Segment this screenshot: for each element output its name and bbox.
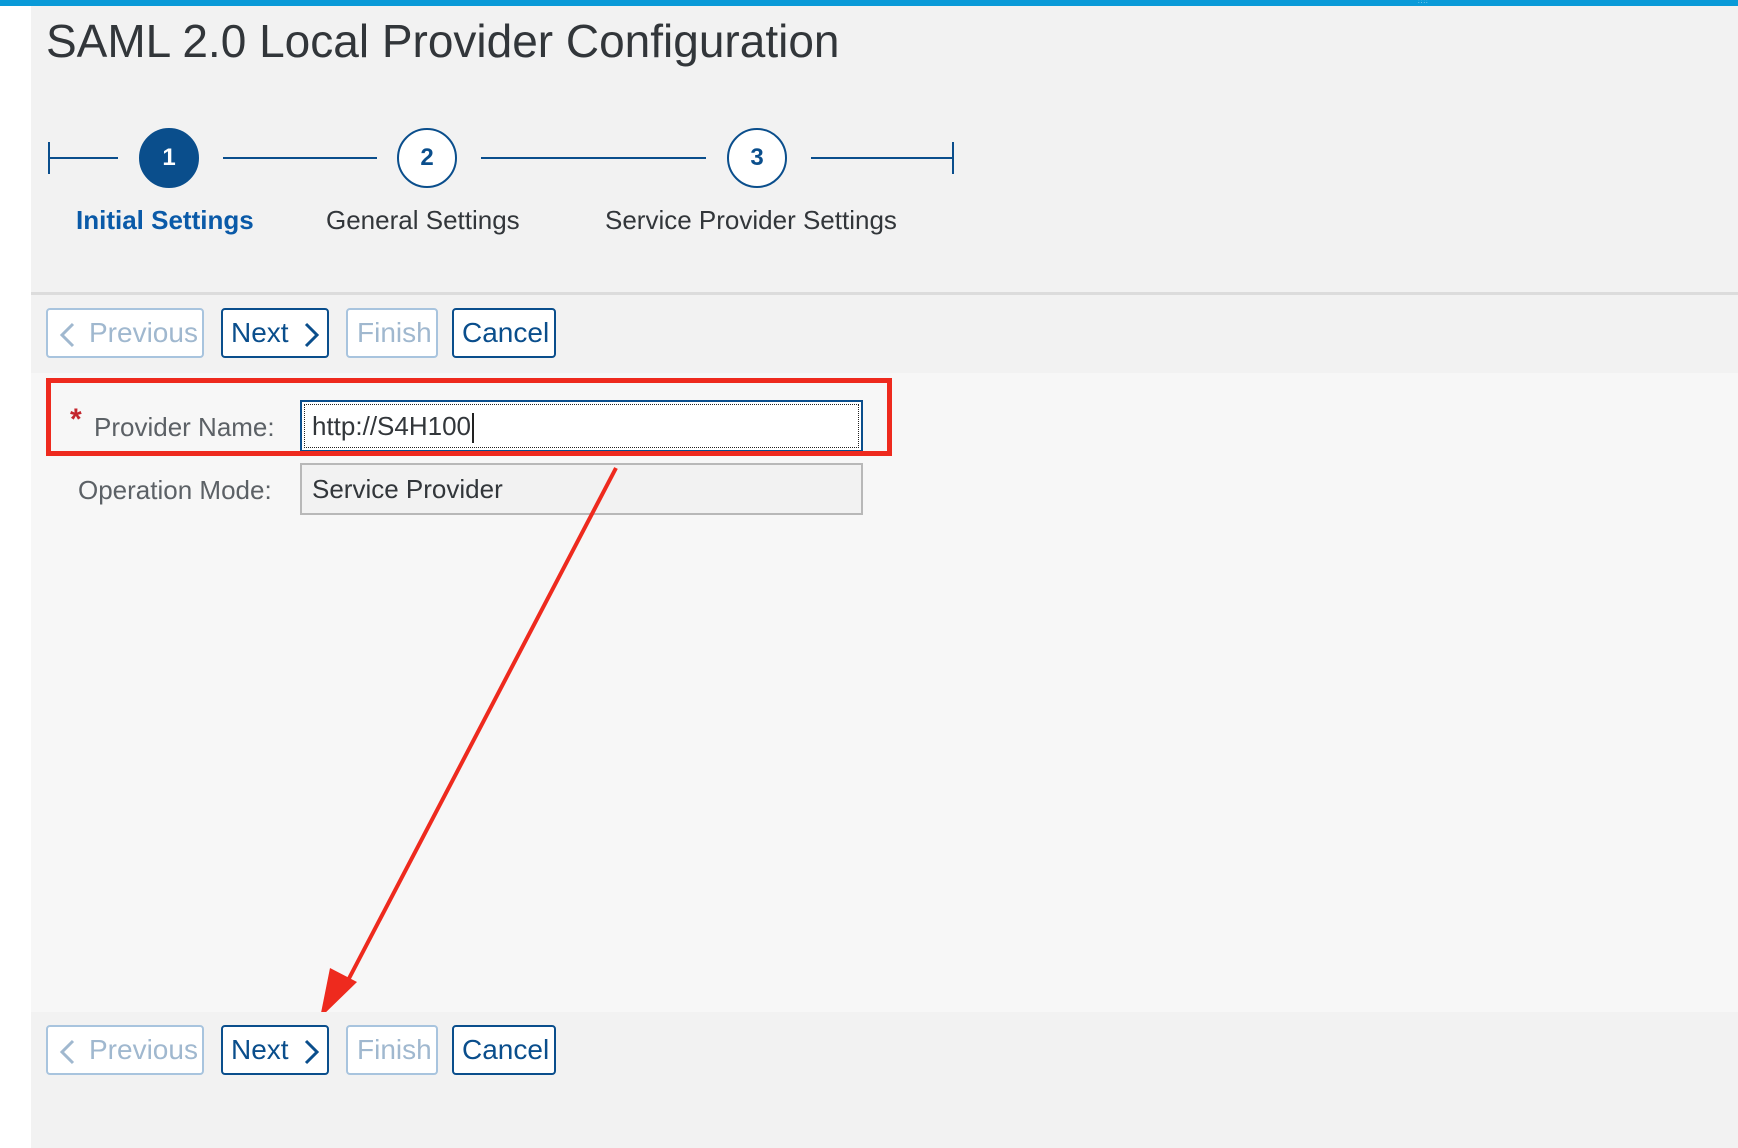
annotation-arrow (320, 467, 618, 1018)
wizard-toolbar-bottom: Previous Next Finish Cancel (31, 1012, 1738, 1090)
finish-button-bottom[interactable]: Finish (346, 1025, 438, 1075)
page-footer-area (31, 1091, 1738, 1148)
next-button-label: Next (231, 1034, 289, 1065)
next-button-bottom[interactable]: Next (221, 1025, 329, 1075)
finish-button-label: Finish (357, 1034, 432, 1065)
chevron-right-icon (304, 1039, 320, 1065)
cancel-button-label: Cancel (462, 1034, 550, 1065)
previous-button-bottom[interactable]: Previous (46, 1025, 204, 1075)
cancel-button-bottom[interactable]: Cancel (452, 1025, 556, 1075)
previous-button-label: Previous (89, 1034, 198, 1065)
chevron-left-icon (59, 1039, 75, 1065)
